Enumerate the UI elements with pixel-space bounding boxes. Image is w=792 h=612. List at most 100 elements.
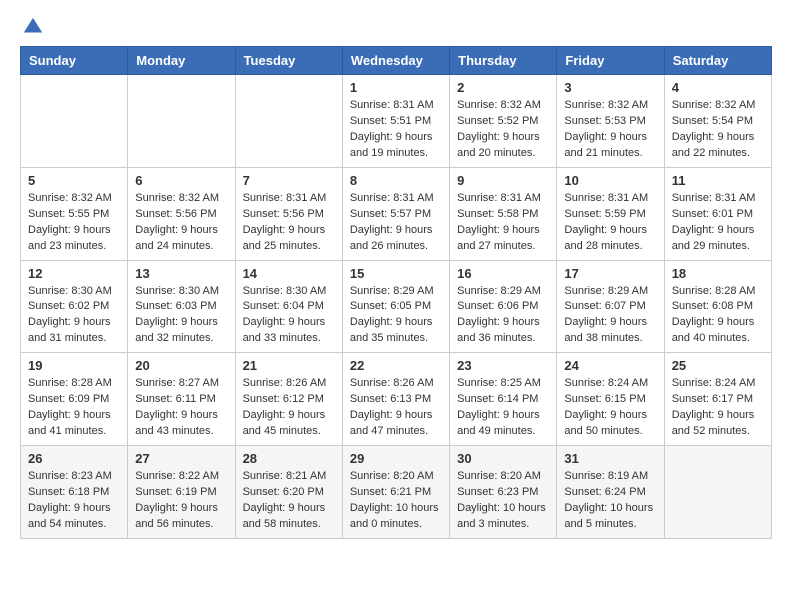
day-number: 20 [135,358,227,373]
day-number: 23 [457,358,549,373]
calendar-cell: 14 Sunrise: 8:30 AM Sunset: 6:04 PM Dayli… [235,260,342,353]
day-number: 29 [350,451,442,466]
day-info: Sunrise: 8:25 AM Sunset: 6:14 PM Dayligh… [457,376,549,440]
day-info: Sunrise: 8:24 AM Sunset: 6:17 PM Dayligh… [672,376,764,440]
calendar-cell: 26 Sunrise: 8:23 AM Sunset: 6:18 PM Dayli… [21,446,128,539]
day-info: Sunrise: 8:31 AM Sunset: 6:01 PM Dayligh… [672,191,764,255]
week-row-3: 12 Sunrise: 8:30 AM Sunset: 6:02 PM Dayli… [21,260,772,353]
day-number: 24 [564,358,656,373]
day-info: Sunrise: 8:28 AM Sunset: 6:09 PM Dayligh… [28,376,120,440]
calendar-cell: 5Sunrise: 8:32 AM Sunset: 5:55 PM Daylig… [21,167,128,260]
day-info: Sunrise: 8:23 AM Sunset: 6:18 PM Dayligh… [28,469,120,533]
day-info: Sunrise: 8:30 AM Sunset: 6:04 PM Dayligh… [243,284,335,348]
day-number: 19 [28,358,120,373]
weekday-header-monday: Monday [128,47,235,75]
day-info: Sunrise: 8:29 AM Sunset: 6:06 PM Dayligh… [457,284,549,348]
day-info: Sunrise: 8:31 AM Sunset: 5:56 PM Dayligh… [243,191,335,255]
day-info: Sunrise: 8:31 AM Sunset: 5:59 PM Dayligh… [564,191,656,255]
day-number: 27 [135,451,227,466]
calendar-cell: 15 Sunrise: 8:29 AM Sunset: 6:05 PM Dayli… [342,260,449,353]
calendar-cell: 23 Sunrise: 8:25 AM Sunset: 6:14 PM Dayli… [450,353,557,446]
calendar-cell [664,446,771,539]
day-info: Sunrise: 8:32 AM Sunset: 5:54 PM Dayligh… [672,98,764,162]
weekday-header-friday: Friday [557,47,664,75]
calendar-cell: 18Sunrise: 8:28 AM Sunset: 6:08 PM Dayli… [664,260,771,353]
calendar-cell: 11 Sunrise: 8:31 AM Sunset: 6:01 PM Dayli… [664,167,771,260]
day-number: 31 [564,451,656,466]
calendar-cell: 4 Sunrise: 8:32 AM Sunset: 5:54 PM Daylig… [664,75,771,168]
calendar-cell: 27 Sunrise: 8:22 AM Sunset: 6:19 PM Dayli… [128,446,235,539]
calendar-cell: 16 Sunrise: 8:29 AM Sunset: 6:06 PM Dayli… [450,260,557,353]
calendar-cell [128,75,235,168]
calendar-cell: 10 Sunrise: 8:31 AM Sunset: 5:59 PM Dayli… [557,167,664,260]
calendar-cell: 7 Sunrise: 8:31 AM Sunset: 5:56 PM Daylig… [235,167,342,260]
day-number: 16 [457,266,549,281]
day-number: 18 [672,266,764,281]
day-number: 10 [564,173,656,188]
day-info: Sunrise: 8:29 AM Sunset: 6:05 PM Dayligh… [350,284,442,348]
week-row-1: 1 Sunrise: 8:31 AM Sunset: 5:51 PM Daylig… [21,75,772,168]
day-number: 12 [28,266,120,281]
calendar-cell: 2Sunrise: 8:32 AM Sunset: 5:52 PM Daylig… [450,75,557,168]
day-number: 11 [672,173,764,188]
calendar-cell: 17 Sunrise: 8:29 AM Sunset: 6:07 PM Dayli… [557,260,664,353]
day-number: 14 [243,266,335,281]
calendar-cell: 22 Sunrise: 8:26 AM Sunset: 6:13 PM Dayli… [342,353,449,446]
calendar-cell: 13 Sunrise: 8:30 AM Sunset: 6:03 PM Dayli… [128,260,235,353]
calendar-cell: 31 Sunrise: 8:19 AM Sunset: 6:24 PM Dayli… [557,446,664,539]
weekday-header-tuesday: Tuesday [235,47,342,75]
day-number: 26 [28,451,120,466]
day-number: 30 [457,451,549,466]
day-info: Sunrise: 8:20 AM Sunset: 6:23 PM Dayligh… [457,469,549,533]
page: SundayMondayTuesdayWednesdayThursdayFrid… [0,0,792,555]
day-number: 5 [28,173,120,188]
day-info: Sunrise: 8:31 AM Sunset: 5:58 PM Dayligh… [457,191,549,255]
day-info: Sunrise: 8:31 AM Sunset: 5:51 PM Dayligh… [350,98,442,162]
day-number: 25 [672,358,764,373]
calendar-cell: 1 Sunrise: 8:31 AM Sunset: 5:51 PM Daylig… [342,75,449,168]
day-number: 17 [564,266,656,281]
calendar-cell: 21Sunrise: 8:26 AM Sunset: 6:12 PM Dayli… [235,353,342,446]
day-number: 15 [350,266,442,281]
calendar-cell [235,75,342,168]
calendar: SundayMondayTuesdayWednesdayThursdayFrid… [20,46,772,539]
week-row-4: 19 Sunrise: 8:28 AM Sunset: 6:09 PM Dayli… [21,353,772,446]
day-info: Sunrise: 8:21 AM Sunset: 6:20 PM Dayligh… [243,469,335,533]
day-info: Sunrise: 8:27 AM Sunset: 6:11 PM Dayligh… [135,376,227,440]
day-info: Sunrise: 8:24 AM Sunset: 6:15 PM Dayligh… [564,376,656,440]
header [20,16,772,38]
weekday-header-row: SundayMondayTuesdayWednesdayThursdayFrid… [21,47,772,75]
calendar-cell: 25 Sunrise: 8:24 AM Sunset: 6:17 PM Dayli… [664,353,771,446]
day-info: Sunrise: 8:31 AM Sunset: 5:57 PM Dayligh… [350,191,442,255]
day-info: Sunrise: 8:32 AM Sunset: 5:56 PM Dayligh… [135,191,227,255]
day-number: 8 [350,173,442,188]
day-number: 4 [672,80,764,95]
weekday-header-wednesday: Wednesday [342,47,449,75]
calendar-cell: 9Sunrise: 8:31 AM Sunset: 5:58 PM Daylig… [450,167,557,260]
day-number: 7 [243,173,335,188]
calendar-cell: 6 Sunrise: 8:32 AM Sunset: 5:56 PM Daylig… [128,167,235,260]
day-info: Sunrise: 8:30 AM Sunset: 6:02 PM Dayligh… [28,284,120,348]
day-number: 28 [243,451,335,466]
calendar-cell: 20 Sunrise: 8:27 AM Sunset: 6:11 PM Dayli… [128,353,235,446]
day-info: Sunrise: 8:26 AM Sunset: 6:13 PM Dayligh… [350,376,442,440]
day-info: Sunrise: 8:26 AM Sunset: 6:12 PM Dayligh… [243,376,335,440]
day-info: Sunrise: 8:30 AM Sunset: 6:03 PM Dayligh… [135,284,227,348]
day-number: 3 [564,80,656,95]
day-info: Sunrise: 8:19 AM Sunset: 6:24 PM Dayligh… [564,469,656,533]
week-row-2: 5Sunrise: 8:32 AM Sunset: 5:55 PM Daylig… [21,167,772,260]
calendar-cell [21,75,128,168]
day-info: Sunrise: 8:32 AM Sunset: 5:53 PM Dayligh… [564,98,656,162]
weekday-header-saturday: Saturday [664,47,771,75]
day-info: Sunrise: 8:32 AM Sunset: 5:52 PM Dayligh… [457,98,549,162]
logo-icon [22,16,44,38]
day-info: Sunrise: 8:22 AM Sunset: 6:19 PM Dayligh… [135,469,227,533]
calendar-cell: 12 Sunrise: 8:30 AM Sunset: 6:02 PM Dayli… [21,260,128,353]
weekday-header-sunday: Sunday [21,47,128,75]
day-number: 13 [135,266,227,281]
day-number: 22 [350,358,442,373]
day-info: Sunrise: 8:29 AM Sunset: 6:07 PM Dayligh… [564,284,656,348]
day-info: Sunrise: 8:20 AM Sunset: 6:21 PM Dayligh… [350,469,442,533]
day-number: 1 [350,80,442,95]
day-number: 6 [135,173,227,188]
